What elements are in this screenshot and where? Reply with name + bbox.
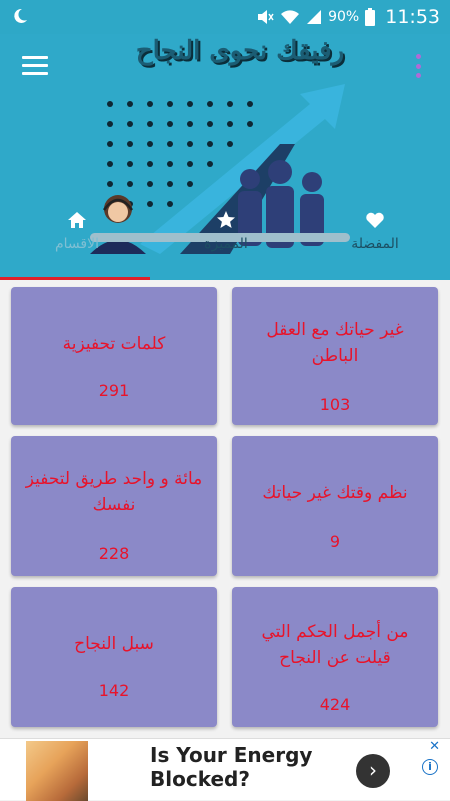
moon-icon [14,8,27,23]
category-card[interactable]: سبل النجاح 142 [11,587,217,727]
category-card[interactable]: نظم وقتك غير حياتك 9 [232,436,438,576]
ad-image [26,741,88,801]
ad-banner[interactable]: Is Your Energy Blocked? › i ✕ [0,738,450,801]
card-count: 228 [98,544,130,563]
status-bar: 90% 11:53 [0,0,450,34]
ad-close-icon[interactable]: ✕ [429,739,440,754]
star-icon [217,211,235,228]
ad-headline: Is Your Energy Blocked? [150,743,313,791]
home-icon [68,212,86,228]
hamburger-icon [22,56,48,59]
category-card[interactable]: كلمات تحفيزية 291 [11,287,217,425]
ad-open-button[interactable]: › [356,754,390,788]
card-title: غير حياتك مع العقل الباطن [266,320,404,366]
tab-label: المميزة [204,236,248,252]
menu-button[interactable] [22,56,48,76]
tab-label: المفضلة [351,236,399,252]
card-count: 291 [98,381,130,400]
category-card[interactable]: مائة و واحد طريق لتحفيز نفسك 228 [11,436,217,576]
category-grid: غير حياتك مع العقل الباطن 103 كلمات تحفي… [0,280,450,738]
card-title: كلمات تحفيزية [62,334,166,354]
tab-featured[interactable]: المميزة [196,210,256,252]
tab-categories[interactable]: الاقسام [50,210,104,252]
tab-label: الاقسام [55,236,99,252]
ad-info-icon[interactable]: i [422,759,438,775]
heart-icon [366,212,384,228]
signal-icon [307,10,322,24]
mute-icon [258,10,274,24]
card-count: 424 [319,695,351,714]
card-count: 142 [98,681,130,700]
tab-favorites[interactable]: المفضلة [345,210,405,252]
battery-percent: 90% [328,9,360,25]
more-options-button[interactable] [416,54,424,78]
app-header: رفيقك نحوى النجاح الاقسام المميزة المفضل… [0,34,450,280]
banner-title: رفيقك نحوى النجاح [135,36,345,66]
wifi-icon [281,10,300,24]
card-count: 103 [319,395,351,414]
battery-icon [365,8,376,26]
card-title: نظم وقتك غير حياتك [262,483,408,503]
card-title: مائة و واحد طريق لتحفيز نفسك [25,469,203,515]
more-vertical-icon [416,54,421,59]
card-title: من أجمل الحكم التي قيلت عن النجاح [261,622,409,668]
card-count: 9 [329,532,341,551]
category-card[interactable]: غير حياتك مع العقل الباطن 103 [232,287,438,425]
category-card[interactable]: من أجمل الحكم التي قيلت عن النجاح 424 [232,587,438,727]
clock: 11:53 [385,6,440,28]
card-title: سبل النجاح [74,634,154,654]
